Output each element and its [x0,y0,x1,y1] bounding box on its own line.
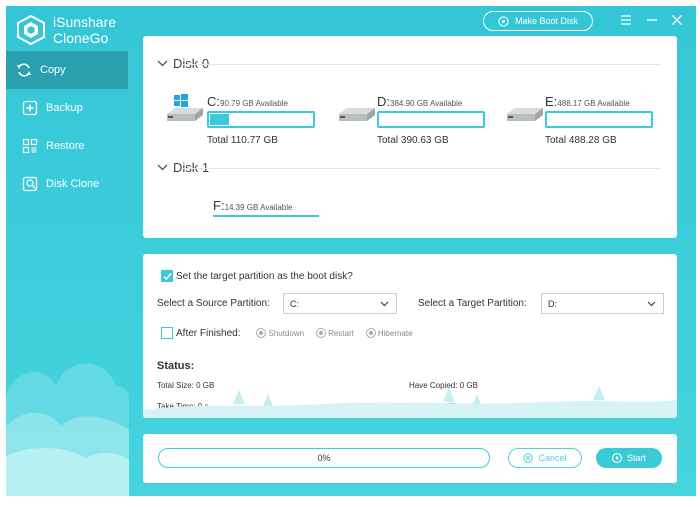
usage-fill [210,114,229,125]
play-icon [612,453,622,463]
minimize-icon[interactable] [645,13,659,27]
target-partition-value: D: [548,298,557,309]
landscape-decoration [143,386,677,418]
sidebar-item-disk-clone[interactable]: Disk Clone [6,165,128,203]
sidebar-nav: Copy Backup Restore Disk Clone [6,51,128,203]
drive-icon [507,108,543,121]
cancel-label: Cancel [538,453,567,463]
boot-disk-checkbox[interactable] [161,270,173,282]
progress-bar: 0% [158,448,490,468]
partition-total: Total 390.63 GB [377,135,449,146]
app-window: iSunshare CloneGo Copy Backup Restore Di… [6,6,696,496]
partition-letter: F:14.39 GB Available [213,198,319,217]
disc-icon [498,15,509,27]
start-label: Start [626,453,646,463]
disk-clone-icon [22,176,38,192]
status-title: Status: [157,360,195,372]
progress-panel: 0% Cancel Start [143,434,677,483]
title-bar: Make Boot Disk [456,11,696,35]
sidebar-item-backup[interactable]: Backup [6,89,128,127]
progress-label: 0% [317,453,331,463]
sidebar: iSunshare CloneGo Copy Backup Restore Di… [6,6,129,496]
sidebar-item-label: Disk Clone [46,178,100,190]
radio-hibernate[interactable]: Hibernate [365,328,413,338]
partition-total: Total 488.28 GB [545,135,617,146]
start-button[interactable]: Start [596,448,662,468]
sync-icon [16,62,32,78]
make-boot-disk-button[interactable]: Make Boot Disk [483,11,593,31]
target-partition-select[interactable]: D: [541,293,664,314]
radio-restart[interactable]: Restart [316,328,354,338]
drive-icon [339,108,375,121]
logo-icon [17,15,45,45]
sidebar-item-restore[interactable]: Restore [6,127,128,165]
source-partition-select[interactable]: C: [283,293,397,314]
boot-disk-label: Set the target partition as the boot dis… [176,270,353,282]
usage-bar [207,111,315,128]
radio-shutdown[interactable]: Shutdown [256,328,304,338]
partition-total: Total 110.77 GB [207,135,278,146]
boot-disk-option[interactable]: Set the target partition as the boot dis… [161,270,353,282]
options-panel: Set the target partition as the boot dis… [143,254,677,418]
chevron-down-icon [647,301,656,307]
sidebar-item-label: Restore [46,140,85,152]
after-finished-checkbox[interactable] [161,327,173,339]
chevron-down-icon [157,60,168,67]
source-partition-value: C: [290,298,299,309]
close-icon[interactable] [670,13,684,27]
divider [183,64,661,65]
menu-icon[interactable] [619,13,633,27]
target-partition-label: Select a Target Partition: [418,298,527,309]
after-finished-option: After Finished: Shutdown Restart Hiberna… [161,327,425,339]
restore-icon [22,138,38,154]
after-finished-label: After Finished: [176,327,241,339]
brand-name-line2: CloneGo [53,30,109,46]
check-icon [162,272,172,280]
usage-bar [545,111,653,128]
chevron-down-icon [380,301,389,307]
cloud-decoration [6,363,129,496]
usage-bar [377,111,485,128]
source-partition-label: Select a Source Partition: [157,298,270,309]
disk-panel: Disk 0 C:90.79 GB Available Total 110.77… [143,36,677,238]
sidebar-item-label: Copy [40,64,66,76]
sidebar-item-label: Backup [46,102,83,114]
make-boot-disk-label: Make Boot Disk [514,16,579,26]
app-logo: iSunshare CloneGo [16,14,116,46]
sidebar-item-copy[interactable]: Copy [6,51,128,89]
cancel-icon [523,453,534,463]
brand-name-line1: iSunshare [53,14,117,30]
partition-letter: E:488.17 GB Available [545,94,630,109]
chevron-down-icon [157,164,168,171]
partition-letter: D:384.90 GB Available [377,94,463,109]
divider [183,168,661,169]
partition-letter: C:90.79 GB Available [207,94,288,109]
cancel-button[interactable]: Cancel [508,448,582,468]
plus-box-icon [22,100,38,116]
windows-drive-icon [167,94,203,121]
